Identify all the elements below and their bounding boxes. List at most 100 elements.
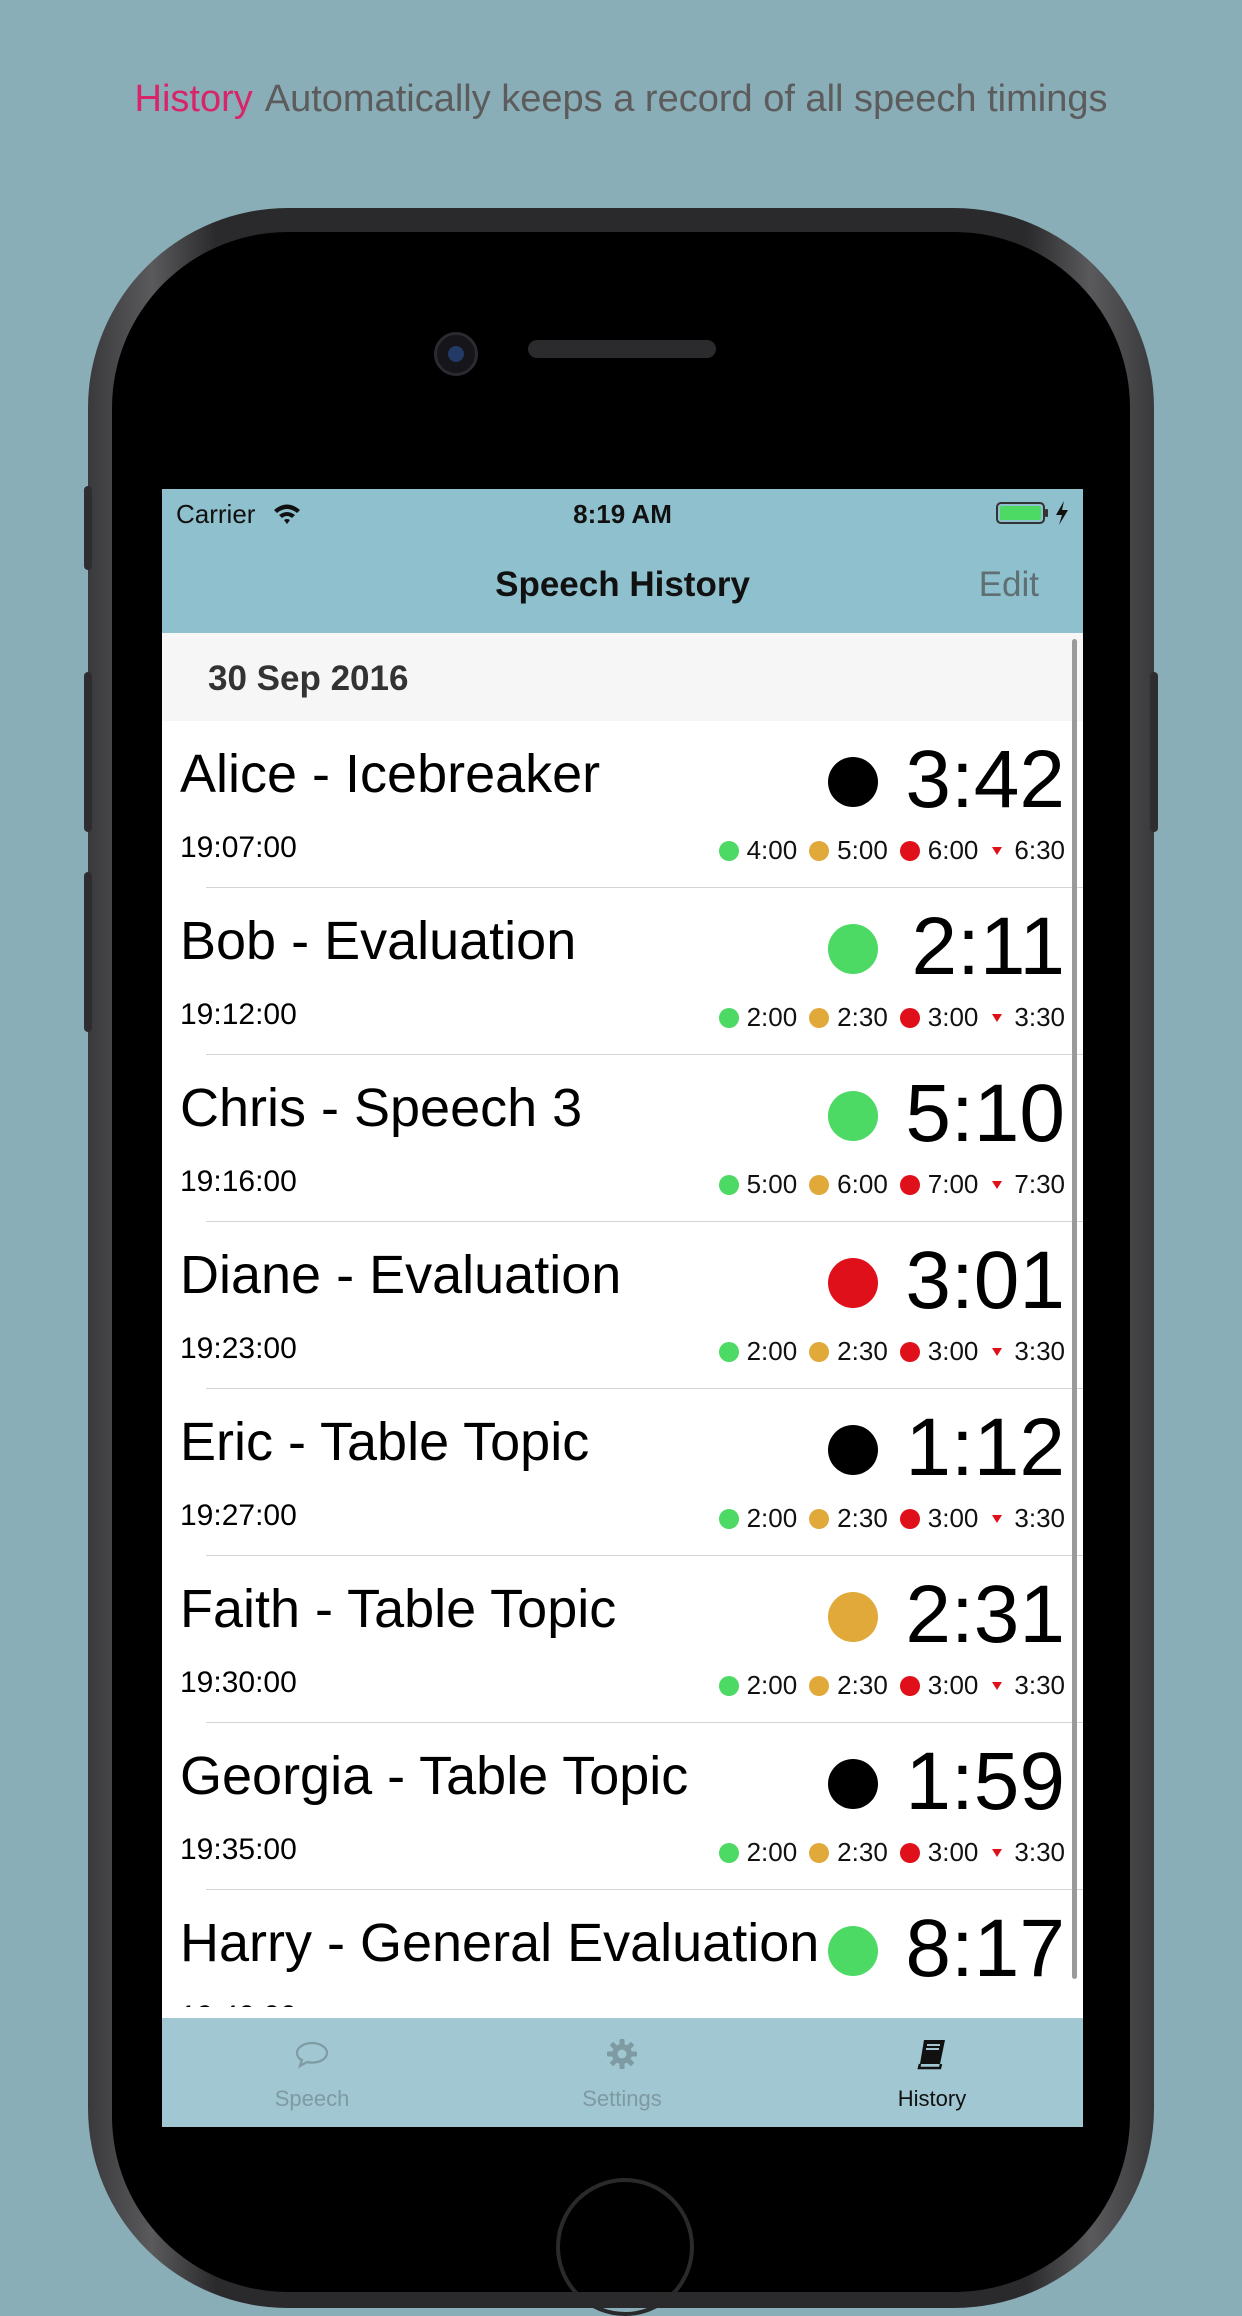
green-limit: 2:00 (746, 1002, 798, 1032)
tab-settings[interactable]: Settings (472, 2018, 772, 2127)
status-indicator-dot (828, 1759, 878, 1809)
front-camera (434, 332, 478, 376)
overtime-limit: 3:30 (1014, 1670, 1065, 1700)
amber-limit: 2:30 (837, 1002, 888, 1032)
amber-limit-dot (809, 1508, 830, 1529)
speech-title: Faith - Table Topic (180, 1579, 617, 1639)
red-limit: 3:00 (927, 1670, 979, 1700)
page-title: Speech History (495, 565, 750, 604)
speech-duration: 1:12 (905, 1402, 1065, 1493)
red-limit-dot (899, 1842, 920, 1863)
green-limit-dot (718, 1341, 739, 1362)
red-limit-dot (899, 1508, 920, 1529)
speech-title: Diane - Evaluation (180, 1245, 622, 1305)
caption-highlight: History (134, 78, 253, 120)
red-limit-dot (899, 1174, 920, 1195)
green-limit-dot (718, 1842, 739, 1863)
speech-title: Eric - Table Topic (180, 1412, 590, 1472)
speech-row[interactable]: Bob - Evaluation 19:12:00 2:11 2:00 2:30 3:00… (162, 888, 1083, 1055)
timing-limits: 8:00 9:00 10:00 10:30 (678, 2004, 1065, 2007)
overtime-limit: 3:30 (1014, 1002, 1065, 1032)
amber-limit-dot (809, 1675, 830, 1696)
volume-down-button (84, 872, 92, 1032)
mute-switch (84, 486, 92, 570)
speech-start-time: 19:40:00 (180, 2000, 297, 2007)
red-limit: 6:00 (927, 835, 979, 865)
speech-start-time: 19:27:00 (180, 1499, 297, 1532)
overtime-triangle-icon (992, 1681, 1003, 1690)
amber-limit: 9:00 (808, 2004, 859, 2007)
speech-row[interactable]: Chris - Speech 3 19:16:00 5:10 5:00 6:00 7:00… (162, 1055, 1083, 1222)
red-limit: 3:00 (927, 1336, 979, 1366)
speech-history-list[interactable]: 30 Sep 2016 Alice - Icebreaker 19:07:00 3:… (162, 633, 1083, 2007)
amber-limit: 5:00 (837, 835, 888, 865)
edit-button[interactable]: Edit (979, 565, 1039, 605)
green-limit-dot (718, 1508, 739, 1529)
speech-row[interactable]: Faith - Table Topic 19:30:00 2:31 2:00 2:30 3… (162, 1556, 1083, 1723)
tab-history-label: History (897, 2086, 967, 2111)
red-limit: 3:00 (927, 1837, 979, 1867)
speech-start-time: 19:07:00 (180, 831, 297, 864)
green-limit: 2:00 (746, 1503, 798, 1533)
status-indicator-dot (828, 1926, 878, 1976)
speech-start-time: 19:35:00 (180, 1833, 297, 1866)
speech-start-time: 19:16:00 (180, 1165, 297, 1198)
overtime-limit: 3:30 (1014, 1336, 1065, 1366)
navigation-bar: Speech History Edit (162, 539, 1083, 633)
overtime-triangle-icon (992, 1848, 1003, 1857)
green-limit: 2:00 (746, 1670, 798, 1700)
overtime-limit: 7:30 (1014, 1169, 1065, 1199)
speech-row[interactable]: Georgia - Table Topic 19:35:00 1:59 2:00 2:3… (162, 1723, 1083, 1890)
status-bar: Carrier 8:19 AM (162, 489, 1083, 539)
speech-start-time: 19:23:00 (180, 1332, 297, 1365)
speech-start-time: 19:30:00 (180, 1666, 297, 1699)
battery-icon (996, 502, 1048, 524)
timing-limits: 2:00 2:30 3:00 3:30 (707, 1336, 1065, 1367)
timing-limits: 2:00 2:30 3:00 3:30 (707, 1670, 1065, 1701)
scrollbar[interactable] (1072, 639, 1077, 1979)
speech-duration: 2:31 (905, 1569, 1065, 1660)
speech-title: Chris - Speech 3 (180, 1078, 583, 1138)
overtime-limit: 10:30 (1000, 2004, 1065, 2007)
status-indicator-dot (828, 1091, 878, 1141)
overtime-limit: 3:30 (1014, 1503, 1065, 1533)
amber-limit: 6:00 (837, 1169, 888, 1199)
earpiece-speaker (528, 340, 716, 358)
red-limit: 10:00 (899, 2004, 964, 2007)
green-limit-dot (718, 1007, 739, 1028)
red-limit: 7:00 (927, 1169, 979, 1199)
speech-row[interactable]: Eric - Table Topic 19:27:00 1:12 2:00 2:30 3:… (162, 1389, 1083, 1556)
section-date-header: 30 Sep 2016 (162, 633, 1083, 721)
speech-duration: 3:01 (905, 1235, 1065, 1326)
gear-icon (607, 2039, 637, 2069)
home-button (556, 2178, 694, 2316)
amber-limit-dot (809, 1842, 830, 1863)
red-limit-dot (899, 1007, 920, 1028)
app-screen: Carrier 8:19 AM Speech History Edit 30 S… (162, 489, 1083, 2127)
power-button (1150, 672, 1158, 832)
amber-limit-dot (809, 1007, 830, 1028)
red-limit-dot (899, 840, 920, 861)
speech-row[interactable]: Alice - Icebreaker 19:07:00 3:42 4:00 5:00 6:… (162, 721, 1083, 888)
green-limit: 4:00 (746, 835, 798, 865)
red-limit-dot (899, 1341, 920, 1362)
speech-title: Alice - Icebreaker (180, 744, 601, 804)
speech-row[interactable]: Harry - General Evaluation 19:40:00 8:17 8:… (162, 1890, 1083, 2007)
speech-row[interactable]: Diane - Evaluation 19:23:00 3:01 2:00 2:30 3:… (162, 1222, 1083, 1389)
promo-caption: History Automatically keeps a record of a… (0, 78, 1242, 121)
green-limit: 2:00 (746, 1336, 798, 1366)
overtime-triangle-icon (992, 1013, 1003, 1022)
overtime-triangle-icon (992, 1180, 1003, 1189)
green-limit: 2:00 (746, 1837, 798, 1867)
status-indicator-dot (828, 757, 878, 807)
overtime-triangle-icon (992, 1514, 1003, 1523)
timing-limits: 4:00 5:00 6:00 6:30 (707, 835, 1065, 866)
book-icon (917, 2040, 945, 2070)
tab-history[interactable]: History (782, 2018, 1082, 2127)
tab-speech[interactable]: Speech (162, 2018, 462, 2127)
timing-limits: 5:00 6:00 7:00 7:30 (707, 1169, 1065, 1200)
overtime-limit: 6:30 (1014, 835, 1065, 865)
status-indicator-dot (828, 1425, 878, 1475)
timing-limits: 2:00 2:30 3:00 3:30 (707, 1503, 1065, 1534)
amber-limit: 2:30 (837, 1670, 888, 1700)
